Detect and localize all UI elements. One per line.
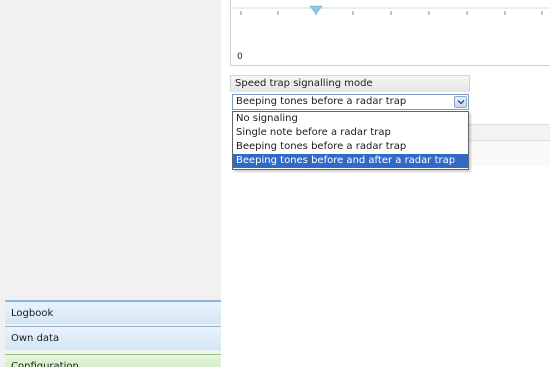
background-row xyxy=(469,124,550,140)
speed-trap-group-title: Speed trap signalling mode xyxy=(230,75,470,92)
app-window: Logbook Own data Configuration 0 Speed t… xyxy=(0,0,550,367)
speed-trap-options-list[interactable]: No signaling Single note before a radar … xyxy=(232,111,469,170)
option-single-note[interactable]: Single note before a radar trap xyxy=(233,126,468,140)
speed-trap-mode-select[interactable]: Beeping tones before a radar trap xyxy=(232,94,469,110)
volume-chart: 0 xyxy=(230,0,550,66)
left-panel: Logbook Own data Configuration xyxy=(0,0,221,367)
triangle-marker-icon[interactable] xyxy=(309,5,323,15)
nav-configuration[interactable]: Configuration xyxy=(5,354,221,367)
nav-logbook[interactable]: Logbook xyxy=(5,300,221,324)
chart-axis xyxy=(231,5,550,15)
option-beeping-before[interactable]: Beeping tones before a radar trap xyxy=(233,140,468,154)
chevron-down-icon xyxy=(457,100,465,105)
option-beeping-before-after[interactable]: Beeping tones before and after a radar t… xyxy=(233,154,468,168)
option-no-signaling[interactable]: No signaling xyxy=(233,112,468,126)
chart-zero-label: 0 xyxy=(237,52,243,62)
background-row xyxy=(469,140,550,166)
dropdown-button[interactable] xyxy=(454,96,467,108)
nav-own-data[interactable]: Own data xyxy=(5,326,221,350)
speed-trap-selected-value: Beeping tones before a radar trap xyxy=(236,96,407,107)
